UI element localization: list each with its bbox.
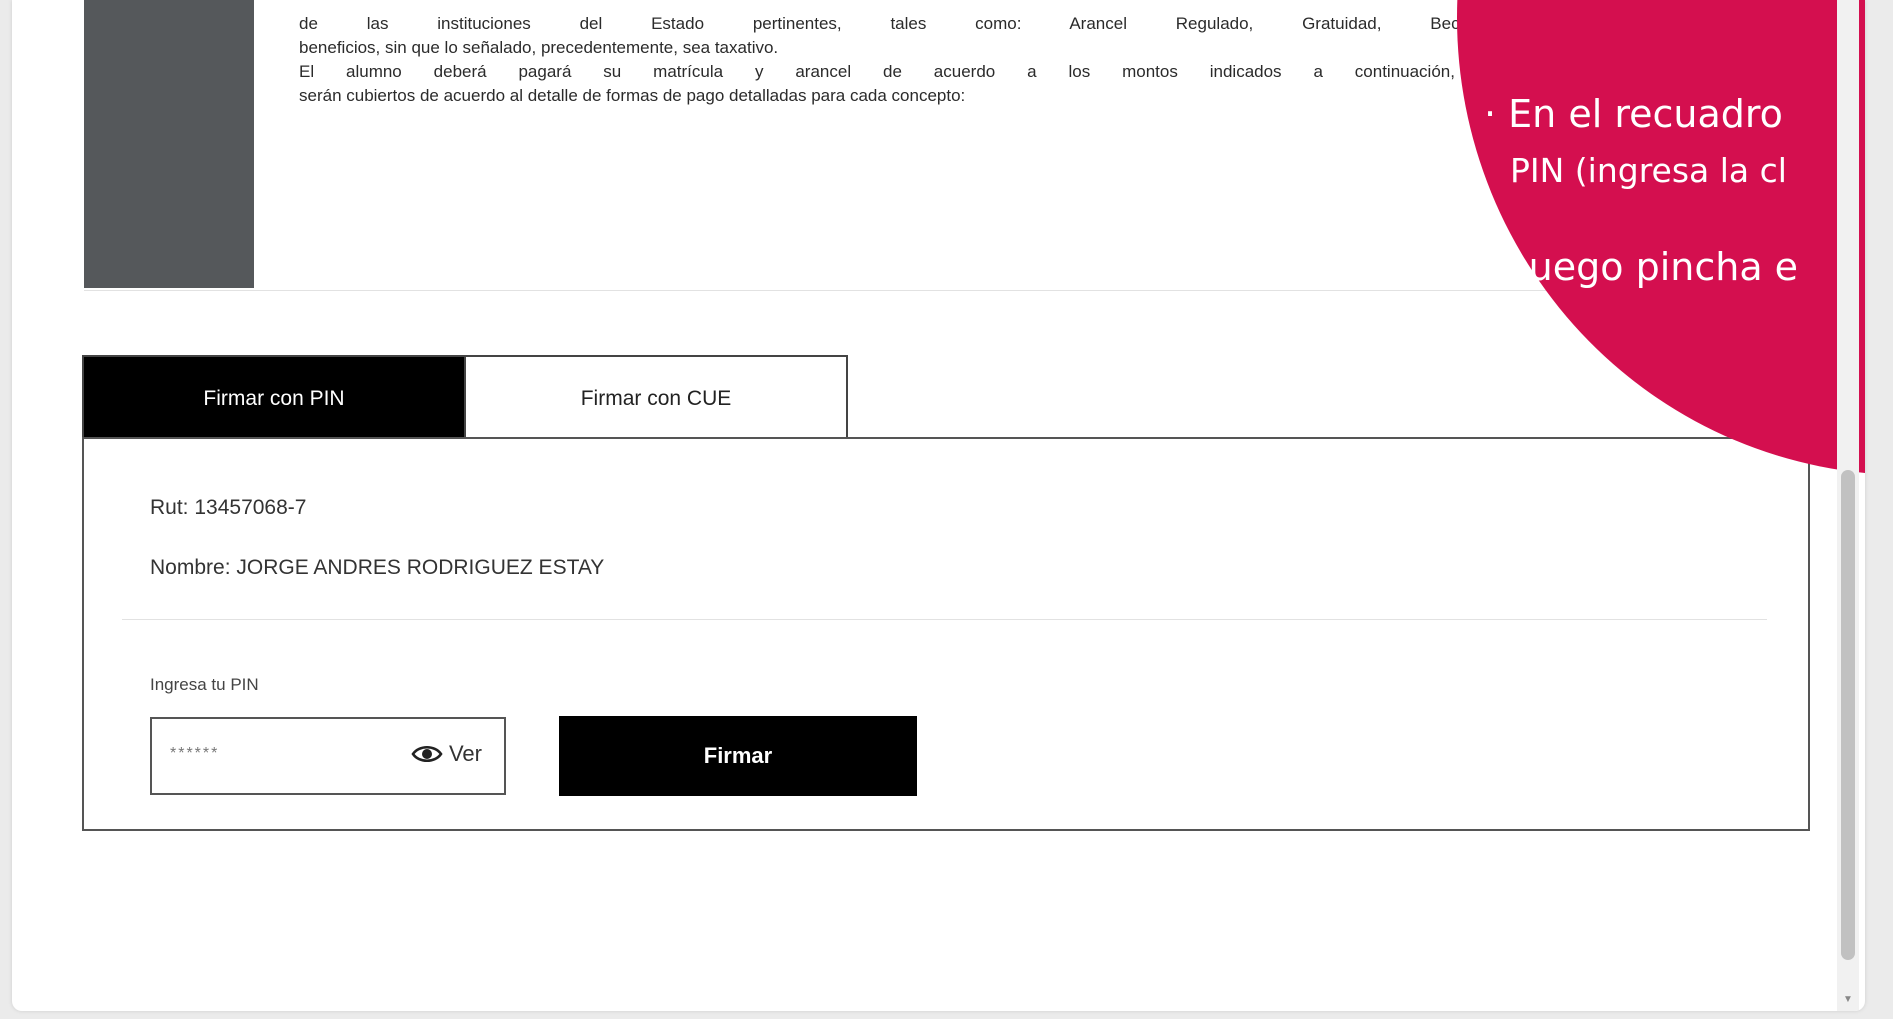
scroll-down-arrow-icon[interactable]: ▼	[1843, 994, 1853, 1005]
divider	[122, 619, 1767, 620]
contract-line: serán cubiertos de acuerdo al detalle de…	[299, 86, 966, 105]
contract-text: de las instituciones del Estado pertinen…	[299, 12, 1549, 108]
tab-firmar-con-cue[interactable]: Firmar con CUE	[464, 357, 846, 441]
eye-icon	[411, 745, 443, 763]
callout-line-2: PIN (ingresa la cl	[1510, 151, 1787, 190]
pin-masked-value: ******	[170, 745, 220, 762]
pin-sign-panel: Rut: 13457068-7 Nombre: JORGE ANDRES ROD…	[82, 437, 1810, 831]
rut-text: Rut: 13457068-7	[150, 496, 307, 519]
show-pin-toggle[interactable]: Ver	[411, 741, 482, 767]
pin-input[interactable]: ****** Ver	[150, 717, 506, 795]
vertical-scrollbar[interactable]: ▼	[1837, 0, 1859, 1011]
contract-page: de las instituciones del Estado pertinen…	[12, 0, 1865, 1011]
signature-section: Firmar con PIN Firmar con CUE Rut: 13457…	[82, 355, 1810, 831]
nombre-text: Nombre: JORGE ANDRES RODRIGUEZ ESTAY	[150, 556, 605, 579]
document-sidebar-block	[84, 0, 254, 288]
callout-line-1: · En el recuadro	[1484, 92, 1783, 136]
contract-line: El alumno deberá pagará su matrícula y a…	[299, 62, 1549, 81]
firmar-button[interactable]: Firmar	[559, 716, 917, 796]
pin-label: Ingresa tu PIN	[150, 675, 259, 694]
contract-line: de las instituciones del Estado pertinen…	[299, 14, 1549, 33]
contract-line: beneficios, sin que lo señalado, precede…	[299, 38, 779, 57]
show-pin-label: Ver	[448, 741, 482, 766]
sign-method-tabs: Firmar con PIN Firmar con CUE	[82, 355, 848, 441]
tab-firmar-con-pin[interactable]: Firmar con PIN	[84, 357, 464, 441]
scrollbar-thumb[interactable]	[1841, 470, 1855, 960]
callout-line-3: · Luego pincha e	[1484, 245, 1799, 289]
